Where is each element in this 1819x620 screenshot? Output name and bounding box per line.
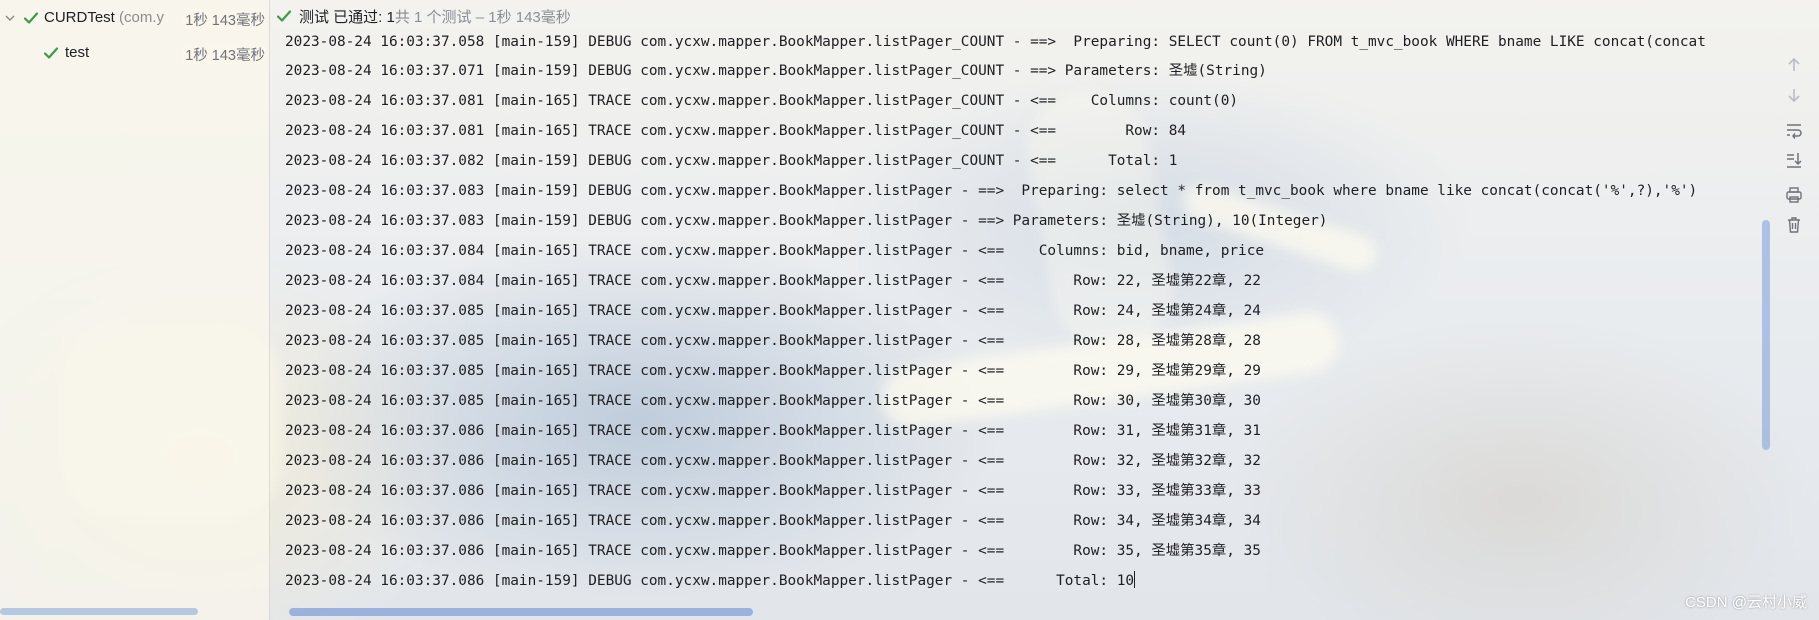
log-line: 2023-08-24 16:03:37.085 [main-165] TRACE… <box>285 303 1261 319</box>
console-log[interactable]: 2023-08-24 16:03:37.058 [main-159] DEBUG… <box>285 32 1785 596</box>
test-method-time: 1秒 143毫秒 <box>183 44 265 65</box>
console-panel: 测试 已通过: 1 共 1 个测试 – 1秒 143毫秒 2023-08-24 … <box>271 0 1819 620</box>
log-line: 2023-08-24 16:03:37.058 [main-159] DEBUG… <box>285 34 1706 50</box>
soft-wrap-icon[interactable] <box>1784 120 1804 140</box>
log-line: 2023-08-24 16:03:37.082 [main-159] DEBUG… <box>285 153 1178 169</box>
test-status-bar: 测试 已通过: 1 共 1 个测试 – 1秒 143毫秒 <box>275 4 571 28</box>
log-line: 2023-08-24 16:03:37.083 [main-159] DEBUG… <box>285 213 1328 229</box>
test-tree-panel: CURDTest (com.y 1秒 143毫秒 test 1秒 143毫秒 <box>0 0 270 620</box>
trash-icon[interactable] <box>1784 215 1804 235</box>
log-line: 2023-08-24 16:03:37.086 [main-165] TRACE… <box>285 453 1261 469</box>
log-line: 2023-08-24 16:03:37.085 [main-165] TRACE… <box>285 333 1261 349</box>
test-method-name: test <box>65 44 90 61</box>
log-line: 2023-08-24 16:03:37.083 [main-159] DEBUG… <box>285 183 1698 199</box>
test-tree-child-row[interactable]: test 1秒 143毫秒 <box>0 40 270 66</box>
test-tree-root-row[interactable]: CURDTest (com.y 1秒 143毫秒 <box>0 5 270 31</box>
scroll-to-end-icon[interactable] <box>1784 150 1804 170</box>
console-toolbar <box>1771 45 1815 265</box>
log-line: 2023-08-24 16:03:37.086 [main-165] TRACE… <box>285 423 1261 439</box>
status-label: 测试 已通过: 1 <box>299 8 395 26</box>
check-icon <box>275 7 293 25</box>
log-line: 2023-08-24 16:03:37.085 [main-165] TRACE… <box>285 363 1261 379</box>
print-icon[interactable] <box>1784 185 1804 205</box>
log-line: 2023-08-24 16:03:37.084 [main-165] TRACE… <box>285 273 1261 289</box>
console-horizontal-scrollbar[interactable] <box>289 608 753 616</box>
watermark: CSDN @云村小威 <box>1685 594 1807 611</box>
log-line: 2023-08-24 16:03:37.084 [main-165] TRACE… <box>285 243 1265 259</box>
text-cursor <box>1134 571 1136 588</box>
log-line: 2023-08-24 16:03:37.086 [main-165] TRACE… <box>285 513 1261 529</box>
log-line: 2023-08-24 16:03:37.086 [main-159] DEBUG… <box>285 571 1136 589</box>
status-summary: 共 1 个测试 – 1秒 143毫秒 <box>394 8 571 26</box>
log-line: 2023-08-24 16:03:37.081 [main-165] TRACE… <box>285 93 1239 109</box>
log-line: 2023-08-24 16:03:37.086 [main-165] TRACE… <box>285 483 1261 499</box>
chevron-down-icon[interactable] <box>4 12 16 24</box>
test-class-name: CURDTest (com.y <box>44 9 165 26</box>
console-vertical-scrollbar[interactable] <box>1762 220 1770 450</box>
log-line: 2023-08-24 16:03:37.085 [main-165] TRACE… <box>285 393 1261 409</box>
arrow-up-icon[interactable] <box>1784 55 1804 75</box>
arrow-down-icon[interactable] <box>1784 85 1804 105</box>
test-class-time: 1秒 143毫秒 <box>183 9 265 30</box>
log-line: 2023-08-24 16:03:37.071 [main-159] DEBUG… <box>285 63 1267 79</box>
check-icon <box>42 44 60 62</box>
log-line: 2023-08-24 16:03:37.086 [main-165] TRACE… <box>285 543 1261 559</box>
check-icon <box>22 9 40 27</box>
tree-horizontal-scrollbar[interactable] <box>0 608 198 615</box>
log-line: 2023-08-24 16:03:37.081 [main-165] TRACE… <box>285 123 1187 139</box>
